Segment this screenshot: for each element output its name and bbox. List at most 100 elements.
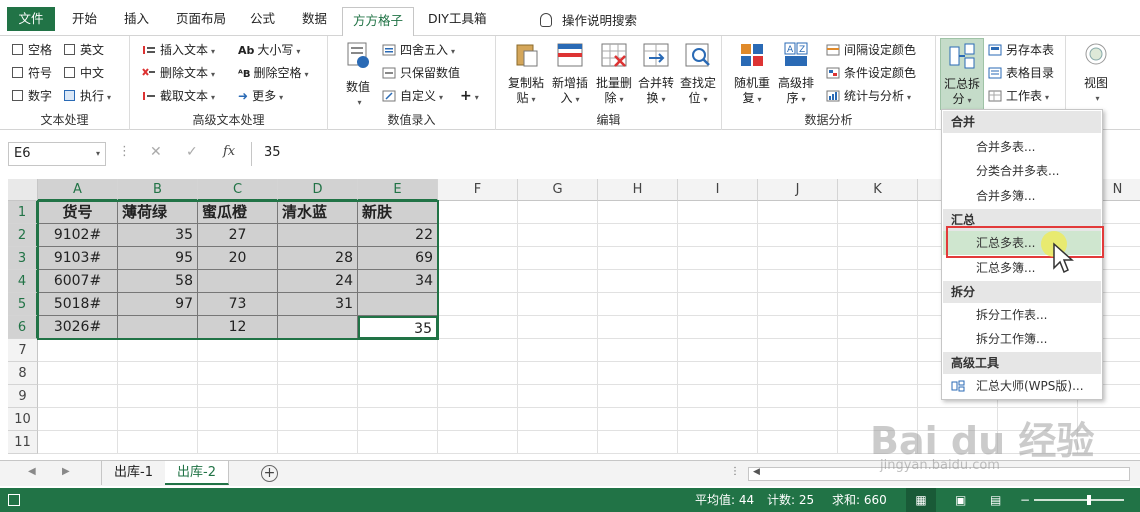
zoom-slider[interactable]	[1034, 499, 1124, 501]
cell[interactable]	[38, 385, 118, 408]
menu-item-merge-sheets[interactable]: 合并多表...	[943, 135, 1101, 159]
condition-color-button[interactable]: 条件设定颜色	[826, 63, 916, 83]
cancel-icon[interactable]: ✕	[150, 144, 162, 160]
cell[interactable]	[438, 293, 518, 316]
column-header-k[interactable]: K	[838, 179, 918, 201]
stats-analysis-button[interactable]: 统计与分析 ▾	[826, 86, 911, 106]
cell[interactable]	[358, 339, 438, 362]
cell[interactable]	[38, 408, 118, 431]
cell[interactable]	[518, 270, 598, 293]
column-header-h[interactable]: H	[598, 179, 678, 201]
cell[interactable]	[598, 224, 678, 247]
case-button[interactable]: Ab 大小写 ▾	[238, 40, 300, 60]
cell[interactable]	[518, 339, 598, 362]
cell[interactable]	[758, 339, 838, 362]
more-button[interactable]: ➜ 更多 ▾	[238, 86, 283, 106]
macro-record-icon[interactable]	[8, 494, 20, 506]
cell[interactable]	[518, 408, 598, 431]
keep-values-button[interactable]: 只保留数值	[382, 63, 460, 83]
cell[interactable]	[838, 339, 918, 362]
cell[interactable]	[438, 362, 518, 385]
cell[interactable]	[438, 270, 518, 293]
merge-convert-button[interactable]: 合并转 换 ▾	[634, 40, 678, 107]
cell[interactable]	[118, 431, 198, 454]
cell[interactable]	[758, 247, 838, 270]
cell[interactable]	[678, 362, 758, 385]
cell[interactable]	[838, 316, 918, 339]
cell[interactable]	[758, 201, 838, 224]
cell[interactable]	[598, 247, 678, 270]
cell[interactable]	[758, 385, 838, 408]
cell[interactable]	[198, 385, 278, 408]
cell[interactable]	[678, 431, 758, 454]
table-cell[interactable]: 27	[198, 224, 278, 247]
checkbox-number[interactable]: 数字	[12, 86, 52, 106]
random-repeat-button[interactable]: 随机重 复 ▾	[730, 40, 774, 107]
execute-button[interactable]: 执行 ▾	[64, 86, 111, 106]
column-header-d[interactable]: D	[278, 179, 358, 201]
cell[interactable]	[598, 408, 678, 431]
table-cell[interactable]	[278, 316, 358, 339]
column-header-j[interactable]: J	[758, 179, 838, 201]
cell[interactable]	[358, 408, 438, 431]
more-sheets-icon[interactable]: ⋮	[730, 466, 740, 477]
cell[interactable]	[518, 385, 598, 408]
scroll-left-icon[interactable]: ◀	[753, 467, 760, 477]
table-cell[interactable]: 5018#	[38, 293, 118, 316]
table-cell[interactable]: 22	[358, 224, 438, 247]
cell[interactable]	[278, 362, 358, 385]
table-cell[interactable]: 24	[278, 270, 358, 293]
cell[interactable]	[278, 385, 358, 408]
batch-delete-button[interactable]: 批量删 除 ▾	[592, 40, 636, 107]
column-header-g[interactable]: G	[518, 179, 598, 201]
tab-data[interactable]: 数据	[292, 6, 337, 34]
worksheet-button[interactable]: 工作表 ▾	[988, 86, 1049, 106]
cell[interactable]	[838, 385, 918, 408]
tab-diy-toolbox[interactable]: DIY工具箱	[418, 6, 496, 34]
cell[interactable]	[678, 316, 758, 339]
cell[interactable]	[758, 362, 838, 385]
cell[interactable]	[118, 339, 198, 362]
menu-item-split-workbook[interactable]: 拆分工作簿...	[943, 327, 1101, 351]
delete-space-button[interactable]: ᴬB 删除空格 ▾	[238, 63, 309, 83]
row-header-7[interactable]: 7	[8, 339, 38, 362]
tab-file[interactable]: 文件	[7, 7, 55, 31]
cell[interactable]	[438, 408, 518, 431]
table-cell[interactable]: 3026#	[38, 316, 118, 339]
column-header-e[interactable]: E	[358, 179, 438, 201]
add-insert-button[interactable]: 新增插 入 ▾	[548, 40, 592, 107]
row-header-6[interactable]: 6	[8, 316, 38, 339]
cell[interactable]	[598, 270, 678, 293]
cell[interactable]	[678, 408, 758, 431]
cell[interactable]	[838, 270, 918, 293]
cell[interactable]	[838, 293, 918, 316]
insert-text-button[interactable]: 插入文本 ▾	[142, 40, 215, 60]
menu-item-category-merge[interactable]: 分类合并多表...	[943, 159, 1101, 183]
cell[interactable]	[598, 316, 678, 339]
table-cell[interactable]: 73	[198, 293, 278, 316]
save-sheet-button[interactable]: 另存本表	[988, 40, 1054, 60]
cell[interactable]	[438, 431, 518, 454]
cell[interactable]	[678, 385, 758, 408]
confirm-icon[interactable]: ✓	[186, 144, 198, 160]
cell[interactable]	[758, 408, 838, 431]
checkbox-chinese[interactable]: 中文	[64, 63, 104, 83]
view-button[interactable]: 视图 ▾	[1078, 40, 1114, 106]
cell[interactable]	[118, 362, 198, 385]
table-cell[interactable]: 12	[198, 316, 278, 339]
summary-split-button[interactable]: 汇总拆 分 ▾	[940, 38, 984, 110]
cell[interactable]	[758, 293, 838, 316]
menu-item-merge-workbooks[interactable]: 合并多簿...	[943, 184, 1101, 208]
cell[interactable]	[758, 270, 838, 293]
table-cell[interactable]	[358, 293, 438, 316]
advanced-sort-button[interactable]: AZ 高级排 序 ▾	[774, 40, 818, 107]
plus-button[interactable]: + ▾	[460, 86, 479, 106]
cell[interactable]	[198, 339, 278, 362]
cell[interactable]	[678, 339, 758, 362]
cell[interactable]	[598, 431, 678, 454]
table-directory-button[interactable]: 表格目录	[988, 63, 1054, 83]
cell[interactable]	[278, 408, 358, 431]
table-cell[interactable]: 9102#	[38, 224, 118, 247]
table-header-cell[interactable]: 蜜瓜橙	[198, 201, 278, 224]
number-button[interactable]: 数值 ▾	[340, 40, 376, 110]
